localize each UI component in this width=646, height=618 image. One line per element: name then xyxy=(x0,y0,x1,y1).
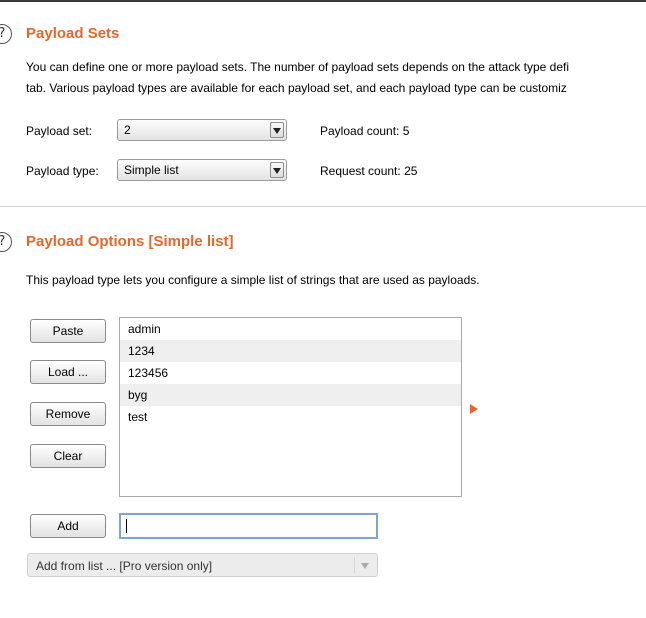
chevron-down-icon[interactable] xyxy=(270,122,284,138)
help-icon[interactable]: ? xyxy=(0,232,12,252)
payload-type-select[interactable]: Simple list xyxy=(117,159,287,181)
list-item[interactable]: test xyxy=(120,406,461,428)
list-item[interactable]: admin xyxy=(120,318,461,340)
payload-count-value: 5 xyxy=(402,124,410,138)
payload-sets-description-line2: tab. Various payload types are available… xyxy=(26,81,567,95)
clear-button[interactable]: Clear xyxy=(30,444,106,468)
window-top-border xyxy=(0,0,646,2)
add-item-input[interactable] xyxy=(119,513,378,539)
payload-type-value: Simple list xyxy=(124,163,179,177)
payload-sets-title: Payload Sets xyxy=(26,25,120,42)
list-item[interactable]: 123456 xyxy=(120,362,461,384)
load-button[interactable]: Load ... xyxy=(30,360,106,384)
payload-sets-description-line1: You can define one or more payload sets.… xyxy=(26,60,570,74)
request-count-label: Request count: xyxy=(320,164,401,178)
payload-set-value: 2 xyxy=(124,123,131,137)
add-item-text-field[interactable] xyxy=(121,515,376,537)
help-icon[interactable]: ? xyxy=(0,24,12,44)
play-arrow-icon xyxy=(470,404,478,414)
remove-button[interactable]: Remove xyxy=(30,402,106,426)
payload-set-label: Payload set: xyxy=(26,124,93,138)
list-item[interactable]: byg xyxy=(120,384,461,406)
chevron-down-icon[interactable] xyxy=(270,162,284,178)
paste-button[interactable]: Paste xyxy=(30,319,106,343)
payload-type-label: Payload type: xyxy=(26,164,99,178)
add-button[interactable]: Add xyxy=(30,514,106,538)
list-item[interactable]: 1234 xyxy=(120,340,461,362)
section-divider xyxy=(0,206,646,207)
payload-count-label: Payload count: xyxy=(320,124,400,138)
chevron-down-icon xyxy=(361,563,369,569)
payload-list[interactable]: admin 1234 123456 byg test xyxy=(119,317,462,497)
payload-set-select[interactable]: 2 xyxy=(117,119,287,141)
dropdown-separator xyxy=(354,557,355,573)
request-count: Request count: 25 xyxy=(320,164,417,178)
payload-options-title: Payload Options [Simple list] xyxy=(26,233,234,250)
payload-options-description: This payload type lets you configure a s… xyxy=(26,273,480,287)
add-from-list-value: Add from list ... [Pro version only] xyxy=(36,559,213,573)
request-count-value: 25 xyxy=(404,164,418,178)
add-from-list-select: Add from list ... [Pro version only] xyxy=(27,553,378,577)
text-caret xyxy=(126,519,127,533)
payload-count: Payload count: 5 xyxy=(320,124,409,138)
